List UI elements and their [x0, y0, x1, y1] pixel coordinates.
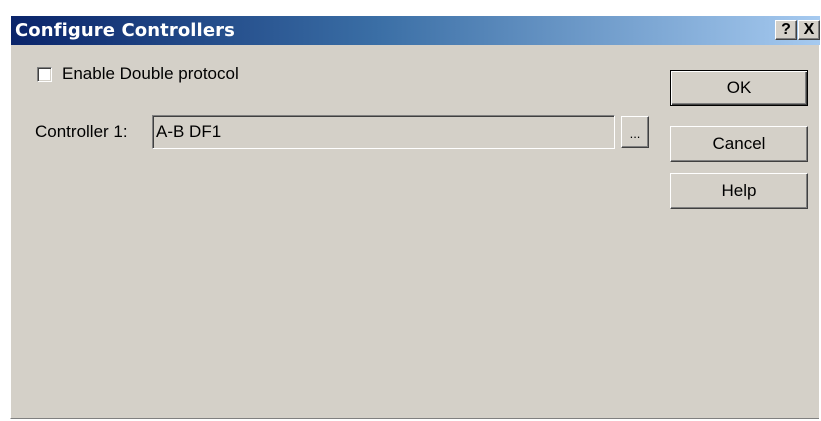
browse-button[interactable]: ... — [621, 116, 649, 148]
controller-1-field[interactable]: A-B DF1 — [152, 115, 615, 149]
cancel-button[interactable]: Cancel — [670, 126, 808, 162]
help-icon[interactable]: ? — [775, 20, 797, 40]
help-button[interactable]: Help — [670, 173, 808, 209]
close-icon[interactable]: X — [798, 20, 820, 40]
configure-controllers-dialog: Configure Controllers ? X Enable Double … — [10, 16, 820, 419]
ok-button[interactable]: OK — [670, 70, 808, 106]
controller-1-label: Controller 1: — [35, 122, 128, 141]
double-protocol-option[interactable]: Enable Double protocol — [37, 64, 239, 84]
double-protocol-label: Enable Double protocol — [62, 64, 239, 83]
title-bar[interactable]: Configure Controllers ? X — [11, 16, 820, 45]
double-protocol-checkbox[interactable] — [37, 66, 52, 82]
window-title: Configure Controllers — [15, 20, 235, 41]
